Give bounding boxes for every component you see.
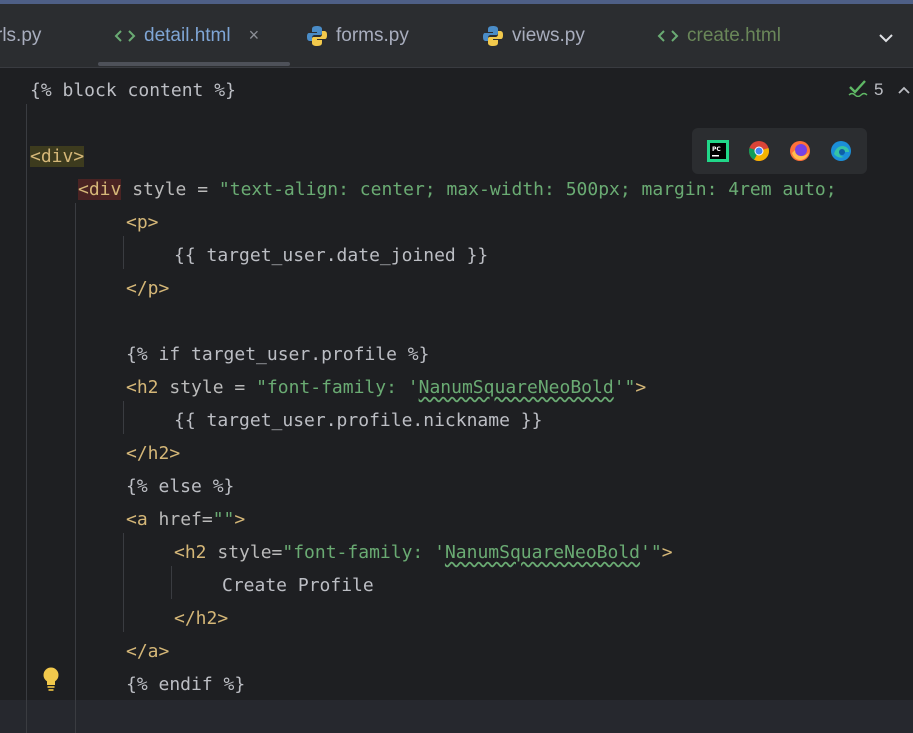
attr-value: "font-family: ' (256, 377, 419, 398)
tag-name: <a (126, 509, 148, 530)
tab-forms-py[interactable]: forms.py (306, 4, 409, 67)
indent-guide (123, 401, 124, 434)
html-icon (114, 28, 136, 44)
code-line: {% else %} (126, 476, 235, 497)
attr-name: style = (158, 377, 257, 398)
code-line: </h2> (126, 443, 181, 464)
chevron-up-icon[interactable] (897, 80, 911, 100)
pycharm-icon[interactable]: PC (706, 139, 730, 163)
close-icon[interactable]: × (249, 25, 260, 46)
chrome-icon[interactable] (747, 139, 771, 163)
indent-guide (123, 533, 124, 632)
html-icon (657, 28, 679, 44)
attr-name: style= (206, 542, 283, 563)
code-line: <div style = "text-align: center; max-wi… (78, 173, 837, 206)
code-line: </p> (126, 278, 170, 299)
font-name: NanumSquareNeoBold (444, 542, 641, 563)
div-style-tag: <div (78, 179, 122, 200)
tag-name: <h2 (126, 377, 159, 398)
font-name: NanumSquareNeoBold (418, 377, 614, 398)
attr-name: href= (147, 509, 213, 530)
tag-end: > (234, 509, 246, 530)
code-line: {% endif %} (126, 674, 246, 695)
browser-preview-bar: PC (692, 128, 867, 174)
code-line: <h2 style="font-family: 'NanumSquareNeoB… (174, 536, 673, 569)
python-icon (482, 25, 504, 47)
indent-guide (171, 566, 172, 599)
attr-value: '" (613, 377, 636, 398)
attr-value: "font-family: ' (282, 542, 445, 563)
code-line: <div> (30, 140, 85, 173)
code-line: Create Profile (222, 575, 374, 596)
tag-end: > (661, 542, 673, 563)
tab-detail-html[interactable]: detail.html × (114, 4, 259, 67)
code-line: <h2 style = "font-family: 'NanumSquareNe… (126, 371, 646, 404)
svg-text:PC: PC (712, 146, 721, 153)
python-icon (306, 25, 328, 47)
inspection-count: 5 (874, 80, 884, 99)
indent-guide (26, 104, 27, 733)
code-line: {% if target_user.profile %} (126, 344, 430, 365)
code-editor[interactable]: {% block content %} <div> <div style = "… (0, 68, 913, 733)
code-line: </h2> (174, 608, 229, 629)
div-open-tag: <div> (30, 146, 85, 167)
tab-label: forms.py (336, 24, 409, 46)
indent-guide (123, 236, 124, 269)
attr-value: '" (640, 542, 662, 563)
code-line: {{ target_user.profile.nickname }} (174, 410, 543, 431)
tab-urls-py[interactable]: rls.py (0, 4, 41, 67)
tab-label: rls.py (0, 24, 42, 46)
attr-value: "" (212, 509, 235, 530)
attr-value: "text-align: center; max-width: 500px; m… (218, 179, 837, 200)
code-line: </a> (126, 641, 170, 662)
current-line-highlight (0, 700, 913, 733)
edge-icon[interactable] (829, 139, 853, 163)
code-line: {{ target_user.date_joined }} (174, 245, 489, 266)
code-line: <a href=""> (126, 503, 245, 536)
tab-label: create.html (687, 24, 781, 46)
tab-views-py[interactable]: views.py (482, 4, 585, 67)
tab-create-html[interactable]: create.html (657, 4, 781, 67)
chevron-down-icon[interactable] (872, 24, 900, 52)
code-line: <p> (126, 212, 159, 233)
tag-name: <h2 (174, 542, 207, 563)
lightbulb-icon[interactable] (40, 666, 62, 692)
code-line: {% block content %} (30, 80, 236, 101)
tab-label: views.py (512, 24, 585, 46)
indent-guide (75, 203, 76, 733)
tab-label: detail.html (144, 24, 231, 46)
attr-name: style = (121, 179, 219, 200)
editor-tab-bar: rls.py detail.html × forms.py views.py c… (0, 4, 913, 68)
firefox-icon[interactable] (788, 139, 812, 163)
inspection-widget[interactable]: 5 (848, 78, 911, 102)
active-tab-indicator (98, 62, 290, 66)
check-icon (848, 79, 868, 102)
tag-end: > (635, 377, 647, 398)
